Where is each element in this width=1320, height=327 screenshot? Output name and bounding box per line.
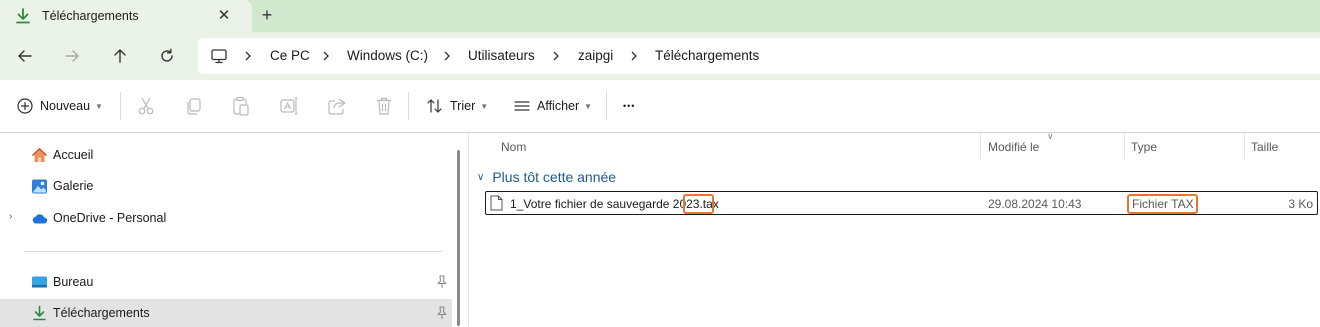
arrow-left-icon [18, 50, 32, 62]
file-icon [490, 195, 503, 211]
group-header[interactable]: ∨ Plus tôt cette année [477, 169, 616, 185]
sidebar-item-desktop[interactable]: Bureau [0, 268, 452, 296]
file-size: 3 Ko [1288, 197, 1313, 211]
sidebar-item-label: OneDrive - Personal [53, 211, 167, 225]
chevron-right-icon[interactable] [242, 48, 254, 64]
sidebar-item-label: Galerie [53, 179, 94, 193]
sort-caret-icon: ∨ [1047, 131, 1054, 141]
chevron-down-icon[interactable]: ∨ [477, 172, 484, 183]
extension-highlight [683, 194, 714, 214]
address-bar[interactable]: Ce PC Windows (C:) Utilisateurs zaipgi T… [198, 38, 1320, 74]
breadcrumb-user[interactable]: zaipgi [578, 48, 613, 63]
column-divider[interactable] [1124, 133, 1125, 159]
column-divider[interactable] [980, 133, 981, 159]
rename-icon[interactable] [278, 95, 300, 117]
column-header-size[interactable]: Taille [1251, 140, 1278, 154]
type-highlight [1127, 194, 1198, 214]
more-options-button[interactable]: ••• [623, 94, 635, 118]
cut-icon[interactable] [135, 95, 157, 117]
more-icon: ••• [623, 101, 636, 111]
tab-title: Téléchargements [42, 9, 139, 23]
download-icon [33, 305, 46, 321]
pin-icon[interactable] [436, 275, 448, 289]
sort-button[interactable]: Trier ▼ [426, 94, 488, 118]
group-label: Plus tôt cette année [492, 169, 617, 185]
download-icon [16, 8, 30, 24]
sidebar-item-downloads[interactable]: Téléchargements [0, 299, 452, 327]
delete-icon[interactable] [373, 95, 395, 117]
sidebar-item-onedrive[interactable]: › OneDrive - Personal [0, 204, 452, 232]
sidebar-divider [24, 251, 442, 252]
sort-icon [427, 99, 442, 113]
close-tab-icon[interactable]: ✕ [213, 4, 235, 26]
sidebar-item-label: Bureau [53, 275, 94, 289]
chevron-down-icon: ▼ [584, 101, 593, 111]
arrow-up-icon [114, 49, 126, 63]
breadcrumb-users[interactable]: Utilisateurs [468, 48, 535, 63]
chevron-down-icon: ▼ [480, 101, 489, 111]
breadcrumb-this-pc[interactable]: Ce PC [270, 48, 310, 63]
view-button[interactable]: Afficher ▼ [513, 94, 592, 118]
view-button-label: Afficher [537, 99, 580, 113]
chevron-right-icon[interactable] [441, 48, 453, 64]
desktop-icon [32, 276, 47, 288]
arrow-right-icon [65, 50, 79, 62]
sidebar-item-label: Téléchargements [53, 306, 150, 320]
column-divider[interactable] [1244, 133, 1245, 159]
toolbar-divider [120, 92, 121, 120]
refresh-button[interactable] [155, 44, 179, 68]
sidebar-scrollbar[interactable] [457, 150, 460, 326]
new-button-label: Nouveau [40, 99, 91, 113]
chevron-down-icon: ▼ [95, 101, 103, 111]
column-header-modified[interactable]: Modifié le [988, 140, 1039, 154]
column-header-type[interactable]: Type [1131, 140, 1157, 154]
new-button[interactable]: Nouveau ▼ [16, 94, 103, 118]
sort-button-label: Trier [450, 99, 476, 113]
home-icon [31, 148, 48, 162]
paste-icon[interactable] [230, 95, 252, 117]
plus-circle-icon [17, 98, 33, 114]
column-header-name[interactable]: Nom [501, 140, 526, 154]
breadcrumb-windows-c[interactable]: Windows (C:) [347, 48, 428, 63]
breadcrumb-downloads[interactable]: Téléchargements [655, 48, 759, 63]
view-list-icon [514, 101, 530, 111]
address-row: Ce PC Windows (C:) Utilisateurs zaipgi T… [0, 32, 1320, 80]
chevron-right-icon[interactable] [550, 48, 562, 64]
chevron-right-icon[interactable] [628, 48, 640, 64]
sidebar-item-label: Accueil [53, 148, 94, 162]
file-list: Nom ∨ Modifié le Type Taille ∨ Plus tôt … [469, 131, 1320, 326]
pin-icon[interactable] [436, 306, 448, 320]
sidebar-item-home[interactable]: Accueil [0, 141, 452, 169]
command-bar: Nouveau ▼ Trier ▼ Afficher ▼ ••• [0, 80, 1320, 133]
tab-bar: Téléchargements ✕ + [0, 0, 1320, 32]
toolbar-divider [408, 92, 409, 120]
cloud-icon [32, 214, 48, 224]
computer-icon[interactable] [210, 47, 228, 65]
copy-icon[interactable] [183, 95, 205, 117]
forward-button[interactable] [60, 44, 84, 68]
gallery-icon [32, 179, 47, 194]
refresh-icon [161, 48, 173, 62]
toolbar-divider [606, 92, 607, 120]
navigation-pane: Accueil Galerie › OneDrive - Personal Bu… [0, 133, 452, 327]
chevron-right-icon[interactable]: › [9, 211, 12, 222]
new-tab-button[interactable]: + [256, 4, 278, 26]
up-button[interactable] [108, 44, 132, 68]
file-modified: 29.08.2024 10:43 [988, 197, 1082, 211]
chevron-right-icon[interactable] [320, 48, 332, 64]
sidebar-item-gallery[interactable]: Galerie [0, 172, 452, 200]
back-button[interactable] [13, 44, 37, 68]
share-icon[interactable] [326, 95, 348, 117]
tab-downloads[interactable]: Téléchargements ✕ [0, 0, 252, 32]
